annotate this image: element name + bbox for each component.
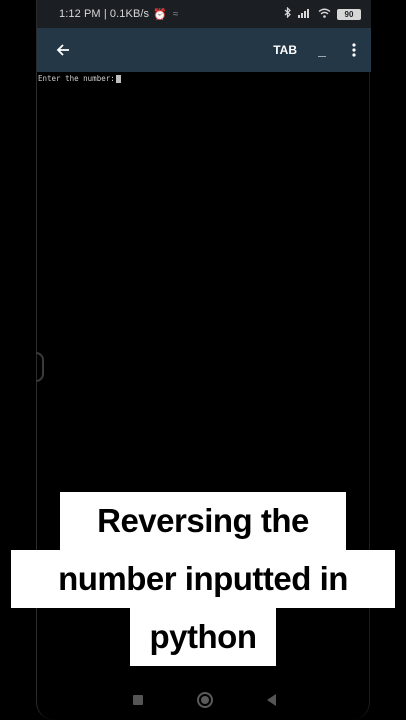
back-triangle-icon[interactable] xyxy=(266,694,276,706)
status-right-group: 90 xyxy=(284,6,361,21)
status-time: 1:12 PM | 0.1KB/s xyxy=(59,8,150,20)
back-arrow-icon xyxy=(56,44,69,56)
home-circle-icon[interactable] xyxy=(196,692,213,708)
caption-line-1: Reversing the xyxy=(60,492,346,550)
signal-icon xyxy=(298,8,312,21)
more-options-button[interactable] xyxy=(339,28,369,72)
wifi-icon xyxy=(318,8,331,21)
input-prompt: Enter the number: xyxy=(38,74,115,83)
battery-icon: 90 xyxy=(337,8,361,20)
caption-line-3: python xyxy=(130,608,276,666)
recents-square-icon[interactable] xyxy=(132,695,143,705)
bluetooth-icon xyxy=(284,6,292,21)
terminal-line: Enter the number: xyxy=(38,74,370,83)
more-vertical-icon xyxy=(352,43,356,57)
system-nav-bar xyxy=(37,684,371,716)
minimize-key-button[interactable]: _ xyxy=(305,28,339,72)
alarm-icon: ⏰ xyxy=(153,8,167,21)
status-bar: 1:12 PM | 0.1KB/s ⏰ ≈ 90 xyxy=(37,0,371,28)
app-toolbar: TAB _ xyxy=(37,28,371,72)
tab-key-button[interactable]: TAB xyxy=(265,28,305,72)
video-caption: Reversing the number inputted in python xyxy=(0,492,406,666)
text-cursor xyxy=(115,74,121,83)
side-hardware-button xyxy=(36,352,44,382)
caption-line-2: number inputted in xyxy=(11,550,395,608)
notification-icon: ≈ xyxy=(172,8,179,20)
back-button[interactable] xyxy=(41,28,85,72)
